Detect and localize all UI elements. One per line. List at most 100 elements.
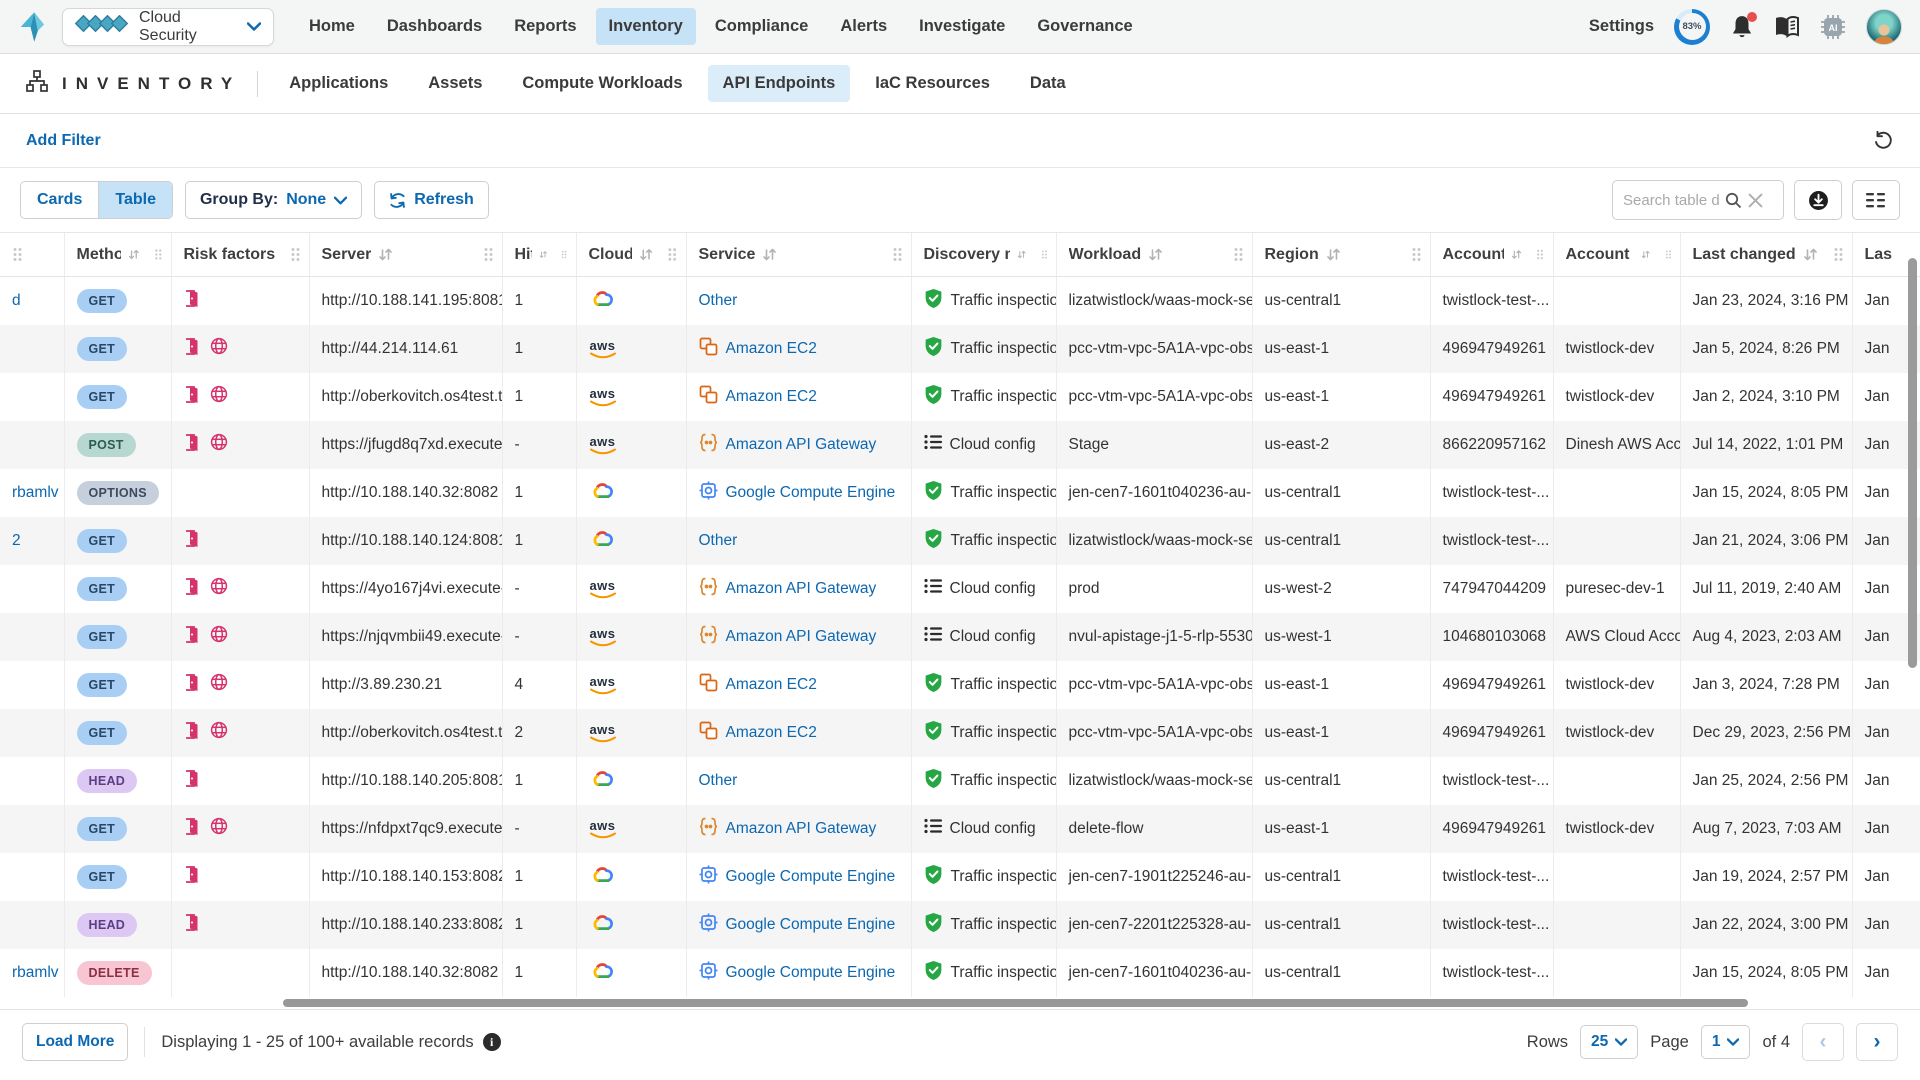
service-link[interactable]: Other [699,292,738,310]
reset-filters-icon[interactable] [1873,131,1894,151]
nav-item-dashboards[interactable]: Dashboards [374,8,495,45]
next-page-button[interactable]: › [1856,1023,1898,1061]
table-search-input[interactable] [1623,192,1719,209]
column-header-workload[interactable]: Workload [1056,233,1252,277]
drag-grip-icon[interactable] [154,247,163,262]
nav-item-governance[interactable]: Governance [1024,8,1145,45]
endpoint-link-cell[interactable] [0,325,64,373]
endpoint-link[interactable]: rbamlv [12,484,59,501]
settings-link[interactable]: Settings [1589,17,1654,36]
rows-per-page-select[interactable]: 25 [1580,1025,1638,1059]
app-switcher-dropdown[interactable]: Cloud Security [62,8,274,46]
sort-icon[interactable] [1511,247,1522,262]
sort-icon[interactable] [1017,247,1026,262]
vertical-scrollbar-thumb[interactable] [1908,258,1917,668]
service-link[interactable]: Amazon EC2 [726,388,817,406]
sort-icon[interactable] [1803,247,1818,262]
cards-view-button[interactable]: Cards [21,182,98,218]
endpoint-link-cell[interactable]: d [0,277,64,325]
endpoint-link[interactable]: d [12,292,21,309]
service-link[interactable]: Other [699,532,738,550]
column-header-discovery-method[interactable]: Discovery method [911,233,1056,277]
add-filter-button[interactable]: Add Filter [26,132,101,150]
drag-grip-icon[interactable] [12,247,23,262]
endpoint-link-cell[interactable] [0,709,64,757]
endpoint-link-cell[interactable] [0,565,64,613]
usage-progress-ring[interactable]: 83% [1674,9,1710,45]
endpoint-link-cell[interactable]: rbamlv [0,949,64,997]
service-link[interactable]: Other [699,772,738,790]
notification-bell-icon[interactable] [1730,14,1754,40]
user-avatar[interactable] [1866,9,1902,45]
service-link[interactable]: Amazon API Gateway [726,580,877,598]
service-link[interactable]: Amazon EC2 [726,724,817,742]
service-link[interactable]: Amazon EC2 [726,676,817,694]
page-select[interactable]: 1 [1701,1025,1751,1059]
drag-grip-icon[interactable] [892,247,903,262]
service-link[interactable]: Amazon API Gateway [726,436,877,454]
sort-icon[interactable] [539,247,548,262]
search-icon[interactable] [1725,192,1742,209]
table-view-button[interactable]: Table [98,182,172,218]
nav-item-home[interactable]: Home [296,8,368,45]
refresh-button[interactable]: Refresh [374,181,489,219]
drag-grip-icon[interactable] [1833,247,1844,262]
endpoint-link-cell[interactable] [0,613,64,661]
column-header-hits[interactable]: Hits [502,233,576,277]
column-header-method[interactable]: Method [64,233,171,277]
service-link[interactable]: Amazon API Gateway [726,628,877,646]
service-link[interactable]: Google Compute Engine [726,868,896,886]
tab-applications[interactable]: Applications [274,65,403,102]
endpoint-link-cell[interactable] [0,421,64,469]
endpoint-link-cell[interactable] [0,805,64,853]
clear-search-icon[interactable] [1748,193,1763,208]
service-link[interactable]: Google Compute Engine [726,964,896,982]
service-link[interactable]: Amazon EC2 [726,340,817,358]
sort-icon[interactable] [639,247,653,262]
column-header-risk-factors[interactable]: Risk factors [171,233,309,277]
drag-grip-icon[interactable] [1536,247,1544,262]
drag-grip-icon[interactable] [483,247,494,262]
column-header-service[interactable]: Service [686,233,911,277]
download-button[interactable] [1794,180,1842,220]
endpoint-link-cell[interactable] [0,373,64,421]
tab-compute-workloads[interactable]: Compute Workloads [507,65,697,102]
column-header-last-changed[interactable]: Last changed [1680,233,1852,277]
column-header-cloud[interactable]: Cloud [576,233,686,277]
horizontal-scrollbar-thumb[interactable] [283,999,1748,1007]
sort-icon[interactable] [128,247,140,262]
nav-item-inventory[interactable]: Inventory [596,8,696,45]
drag-grip-icon[interactable] [667,247,677,262]
group-by-button[interactable]: Group By: None [185,181,362,219]
endpoint-link-cell[interactable] [0,757,64,805]
endpoint-link-cell[interactable] [0,661,64,709]
endpoint-link-cell[interactable]: rbamlv [0,469,64,517]
sort-icon[interactable] [1641,247,1650,262]
column-header-account-id[interactable]: Account ID [1430,233,1553,277]
endpoint-link-cell[interactable] [0,901,64,949]
column-settings-button[interactable] [1852,180,1900,220]
nav-item-investigate[interactable]: Investigate [906,8,1018,45]
endpoint-link-cell[interactable]: 2 [0,517,64,565]
endpoint-link[interactable]: 2 [12,532,21,549]
column-header-account-name[interactable]: Account name [1553,233,1680,277]
drag-grip-icon[interactable] [290,247,301,262]
info-icon[interactable]: i [483,1033,501,1051]
endpoint-link-cell[interactable] [0,853,64,901]
tab-assets[interactable]: Assets [413,65,497,102]
nav-item-reports[interactable]: Reports [501,8,589,45]
tab-data[interactable]: Data [1015,65,1081,102]
tab-api-endpoints[interactable]: API Endpoints [708,65,851,102]
load-more-button[interactable]: Load More [22,1023,128,1061]
drag-grip-icon[interactable] [1233,247,1244,262]
service-link[interactable]: Amazon API Gateway [726,820,877,838]
endpoint-link[interactable]: rbamlv [12,964,59,981]
drag-grip-icon[interactable] [1665,247,1672,262]
drag-grip-icon[interactable] [1411,247,1422,262]
column-header-server[interactable]: Server [309,233,502,277]
documentation-book-icon[interactable] [1774,15,1800,39]
ai-assistant-chip-icon[interactable]: AI [1820,14,1846,40]
nav-item-alerts[interactable]: Alerts [827,8,900,45]
sort-icon[interactable] [1326,247,1341,262]
service-link[interactable]: Google Compute Engine [726,916,896,934]
